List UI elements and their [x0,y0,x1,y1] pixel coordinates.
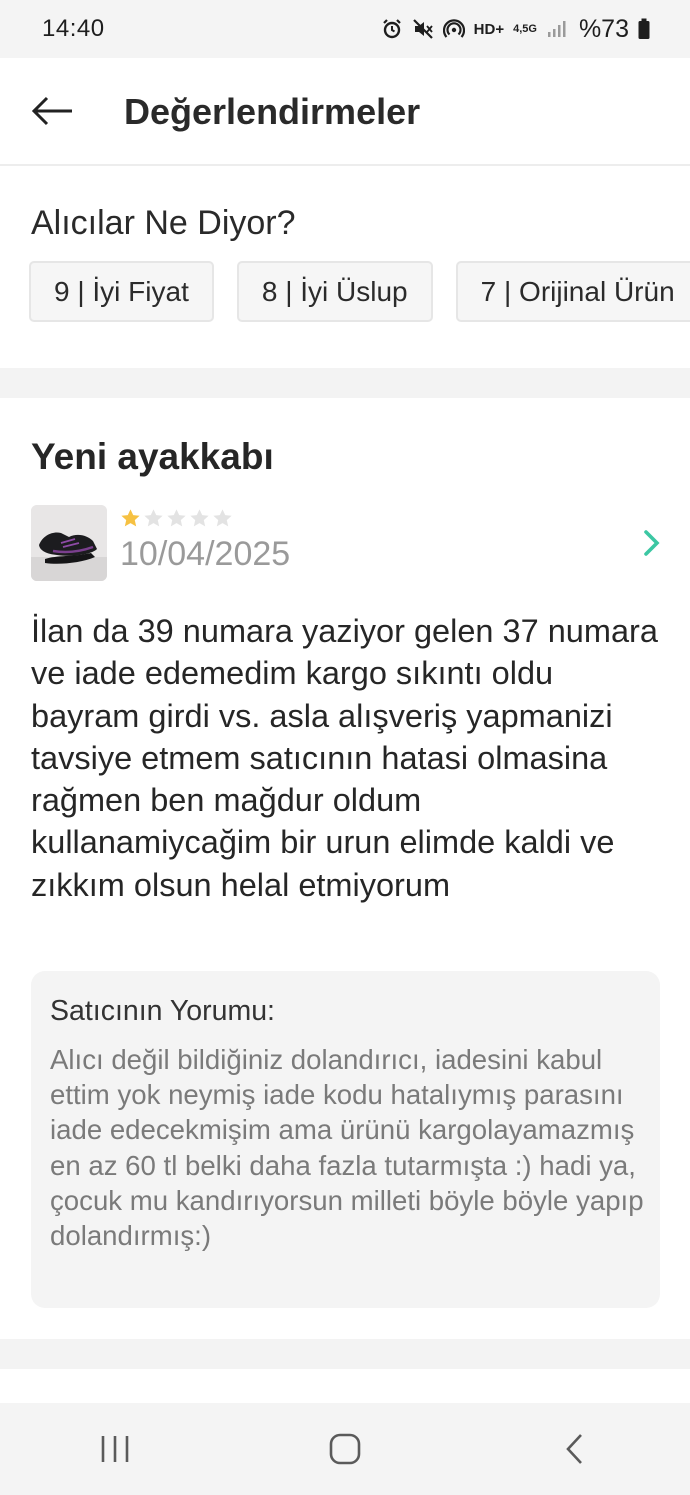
system-nav-bar [0,1403,690,1495]
tag-list: 9 | İyi Fiyat 8 | İyi Üslup 7 | Orijinal… [29,261,690,322]
alarm-icon [381,18,403,40]
signal-icon [546,19,566,39]
battery-icon [638,18,650,40]
mute-icon [412,18,434,40]
battery-percent: %73 [578,14,629,43]
home-button[interactable] [305,1419,385,1479]
tag-chip[interactable]: 8 | İyi Üslup [236,261,433,322]
product-thumbnail[interactable] [31,505,107,581]
status-bar: 14:40 HD+ 4,5G %73 [0,0,690,58]
star-empty-icon [190,509,209,527]
seller-reply: Satıcının Yorumu: Alıcı değil bildiğiniz… [31,971,660,1308]
page-title: Değerlendirmeler [124,91,421,132]
mobile-data-icon: 4,5G [513,22,537,35]
recent-apps-icon [101,1436,129,1462]
back-button[interactable] [28,88,78,134]
hotspot-icon [442,18,465,40]
section-divider [0,368,690,398]
reviews-screen: 14:40 HD+ 4,5G %73 Değerlendirmeler Alıc… [0,0,690,1495]
buyers-say-title: Alıcılar Ne Diyor? [31,204,296,242]
review-card: Yeni ayakkabı 10/04/2025 İlan da 39 numa… [0,398,690,1339]
back-icon [566,1434,582,1464]
app-bar: Değerlendirmeler [0,58,690,166]
seller-reply-label: Satıcının Yorumu: [50,995,275,1027]
star-empty-icon [167,509,186,527]
buyers-say-section: Alıcılar Ne Diyor? 9 | İyi Fiyat 8 | İyi… [0,166,690,368]
status-time: 14:40 [42,15,105,42]
arrow-left-icon [32,96,72,126]
home-icon [329,1433,361,1465]
tag-chip[interactable]: 9 | İyi Fiyat [29,261,214,322]
system-back-button[interactable] [535,1419,615,1479]
review-date: 10/04/2025 [120,535,291,573]
hd-voice-icon: HD+ [473,20,505,38]
rating-stars [120,508,233,529]
star-empty-icon [213,509,232,527]
seller-reply-text: Alıcı değil bildiğiniz dolandırıcı, iade… [50,1044,644,1252]
star-empty-icon [144,509,163,527]
shoe-image [31,505,107,581]
chevron-right-icon[interactable] [638,528,664,558]
tag-chip[interactable]: 7 | Orijinal Ürün [455,261,690,322]
review-text: İlan da 39 numara yaziyor gelen 37 numar… [31,613,658,903]
section-divider [0,1339,690,1369]
recent-apps-button[interactable] [75,1419,155,1479]
star-filled-icon [121,509,140,527]
review-title: Yeni ayakkabı [31,436,274,477]
